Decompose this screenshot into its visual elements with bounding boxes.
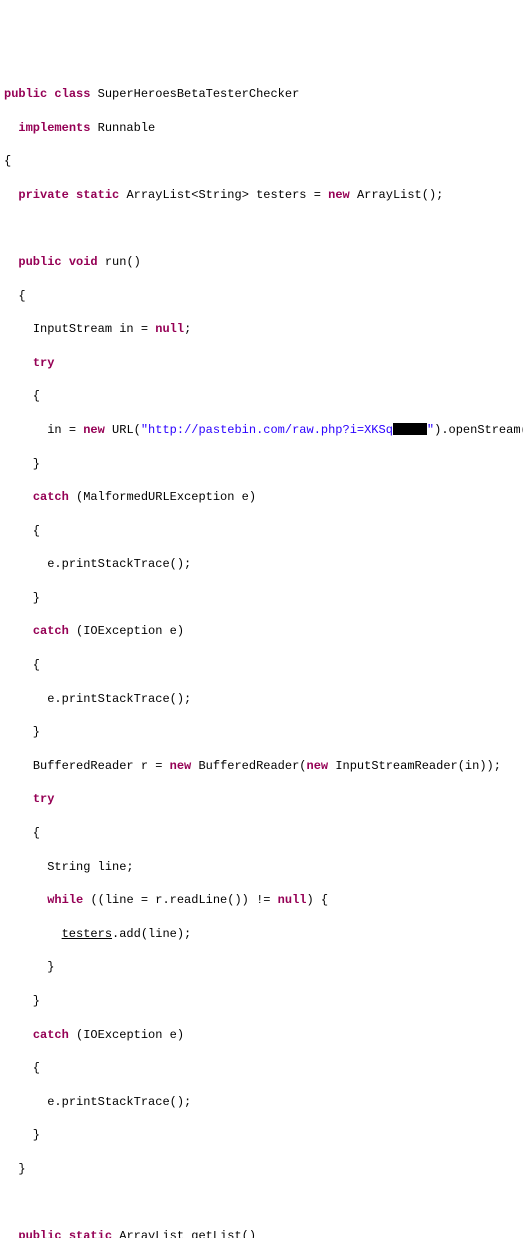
type-bufferedreader: BufferedReader (33, 759, 134, 773)
keyword-while: while (47, 893, 83, 907)
code-line: implements Runnable (4, 120, 519, 137)
keyword-catch: catch (33, 1028, 69, 1042)
code-line: { (4, 657, 519, 674)
code-line: } (4, 993, 519, 1010)
ctor-isr: InputStreamReader(in) (335, 759, 486, 773)
exc-io: IOException e (83, 1028, 177, 1042)
code-line: { (4, 825, 519, 842)
code-line: BufferedReader r = new BufferedReader(ne… (4, 758, 519, 775)
exc-malformed: MalformedURLException e (83, 490, 249, 504)
code-line: try (4, 791, 519, 808)
code-line: { (4, 1060, 519, 1077)
type-bufferedreader: BufferedReader (198, 759, 299, 773)
keyword-new: new (170, 759, 192, 773)
code-line: in = new URL("http://pastebin.com/raw.ph… (4, 422, 519, 439)
code-line: catch (MalformedURLException e) (4, 489, 519, 506)
code-line: catch (IOException e) (4, 1027, 519, 1044)
keyword-implements: implements (18, 121, 90, 135)
field-testers: testers (62, 927, 112, 941)
var-in: in (119, 322, 133, 336)
code-line: { (4, 523, 519, 540)
code-line: try (4, 355, 519, 372)
keyword-null: null (278, 893, 307, 907)
stmt-add-suffix: .add(line); (112, 927, 191, 941)
code-line: } (4, 1127, 519, 1144)
keyword-new: new (328, 188, 350, 202)
code-line: } (4, 959, 519, 976)
code-line: { (4, 153, 519, 170)
code-block: public class SuperHeroesBetaTesterChecke… (4, 69, 519, 1238)
keyword-static: static (69, 1229, 112, 1238)
string-url-pre: "http://pastebin.com/raw.php?i=XKSq (141, 423, 393, 437)
code-line: { (4, 288, 519, 305)
string-url-post: " (427, 423, 434, 437)
field-testers: testers (256, 188, 306, 202)
code-line: private static ArrayList<String> testers… (4, 187, 519, 204)
code-line: e.printStackTrace(); (4, 1094, 519, 1111)
code-line: while ((line = r.readLine()) != null) { (4, 892, 519, 909)
keyword-public: public (4, 87, 47, 101)
keyword-catch: catch (33, 624, 69, 638)
type-string: String (198, 188, 241, 202)
call-openstream: .openStream(); (441, 423, 523, 437)
keyword-private: private (18, 188, 68, 202)
var-r: r (141, 759, 148, 773)
stmt-printstack: e.printStackTrace(); (47, 692, 191, 706)
keyword-try: try (33, 356, 55, 370)
stmt-printstack: e.printStackTrace(); (47, 557, 191, 571)
keyword-static: static (76, 188, 119, 202)
code-line: } (4, 590, 519, 607)
keyword-public: public (18, 255, 61, 269)
method-run: run() (105, 255, 141, 269)
code-line (4, 220, 519, 237)
keyword-catch: catch (33, 490, 69, 504)
keyword-null: null (155, 322, 184, 336)
code-line: public static ArrayList getList() (4, 1228, 519, 1238)
code-line: String line; (4, 859, 519, 876)
exc-io: IOException e (83, 624, 177, 638)
method-getlist: ArrayList getList() (119, 1229, 256, 1238)
stmt-printstack: e.printStackTrace(); (47, 1095, 191, 1109)
interface-name: Runnable (98, 121, 156, 135)
code-line: public class SuperHeroesBetaTesterChecke… (4, 86, 519, 103)
code-line: e.printStackTrace(); (4, 556, 519, 573)
type-arraylist: ArrayList (126, 188, 191, 202)
code-line (4, 1195, 519, 1212)
type-inputstream: InputStream (33, 322, 112, 336)
cond-readline: ((line = r.readLine()) != (90, 893, 277, 907)
code-line: { (4, 388, 519, 405)
code-line: InputStream in = null; (4, 321, 519, 338)
keyword-new: new (307, 759, 329, 773)
code-line: } (4, 724, 519, 741)
code-line: e.printStackTrace(); (4, 691, 519, 708)
code-line: testers.add(line); (4, 926, 519, 943)
ctor-arraylist: ArrayList() (357, 188, 436, 202)
keyword-try: try (33, 792, 55, 806)
cond-readline-end: ) { (306, 893, 328, 907)
stmt-string-line: String line; (47, 860, 133, 874)
var-in: in (47, 423, 61, 437)
class-name: SuperHeroesBetaTesterChecker (98, 87, 300, 101)
keyword-new: new (83, 423, 105, 437)
cls-url: URL (112, 423, 134, 437)
code-line: } (4, 1161, 519, 1178)
keyword-void: void (69, 255, 98, 269)
code-line: public void run() (4, 254, 519, 271)
code-line: } (4, 456, 519, 473)
keyword-class: class (54, 87, 90, 101)
code-line: catch (IOException e) (4, 623, 519, 640)
keyword-public: public (18, 1229, 61, 1238)
redacted-block (393, 423, 427, 435)
